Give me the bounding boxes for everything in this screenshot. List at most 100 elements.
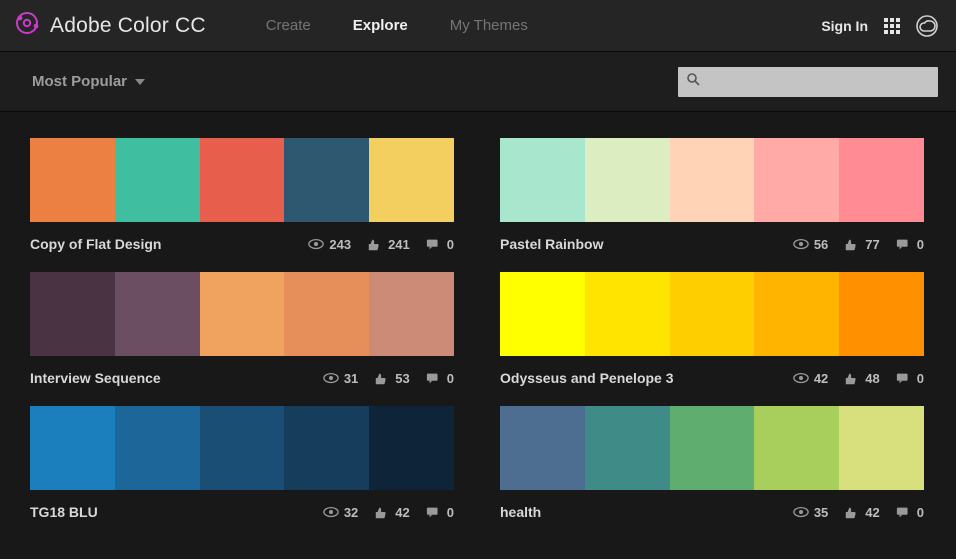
thumbs-up-stat[interactable]: 42 [374,505,409,520]
theme-title: TG18 BLU [30,504,98,520]
swatch [200,272,285,356]
theme-title: Interview Sequence [30,370,161,386]
search-input[interactable] [706,74,930,89]
theme-card[interactable]: TG18 BLU 32 42 0 [30,406,454,520]
swatch [284,406,369,490]
signin-link[interactable]: Sign In [821,18,868,34]
stat-value: 77 [865,237,879,252]
theme-stats: 31 53 0 [313,371,454,386]
nav-explore[interactable]: Explore [353,17,408,34]
eye-stat[interactable]: 32 [323,505,358,520]
comment-stat[interactable]: 0 [896,371,924,386]
thumbs-up-icon [844,372,860,385]
eye-stat[interactable]: 31 [323,371,358,386]
swatch [30,272,115,356]
swatch [839,406,924,490]
comment-icon [896,372,912,385]
swatch [115,406,200,490]
theme-stats: 243 241 0 [298,237,454,252]
comment-icon [896,238,912,251]
comment-icon [426,506,442,519]
theme-title: Pastel Rainbow [500,236,603,252]
comment-stat[interactable]: 0 [426,237,454,252]
thumbs-up-icon [844,238,860,251]
thumbs-up-stat[interactable]: 241 [367,237,410,252]
thumbs-up-stat[interactable]: 42 [844,505,879,520]
search-box[interactable] [678,67,938,97]
eye-stat[interactable]: 42 [793,371,828,386]
theme-title: health [500,504,541,520]
thumbs-up-icon [374,506,390,519]
comment-icon [426,238,442,251]
theme-card[interactable]: Copy of Flat Design 243 241 0 [30,138,454,252]
sort-label: Most Popular [32,73,127,90]
comment-stat[interactable]: 0 [896,505,924,520]
theme-stats: 56 77 0 [783,237,924,252]
stat-value: 56 [814,237,828,252]
swatch [585,406,670,490]
theme-title: Odysseus and Penelope 3 [500,370,674,386]
eye-icon [323,506,339,519]
comment-stat[interactable]: 0 [426,371,454,386]
nav-mythemes[interactable]: My Themes [450,17,528,34]
nav-create[interactable]: Create [266,17,311,34]
stat-value: 0 [917,237,924,252]
swatch [500,138,585,222]
swatch-row [500,406,924,490]
stat-value: 32 [344,505,358,520]
comment-stat[interactable]: 0 [896,237,924,252]
brand-title: Adobe Color CC [50,14,206,38]
swatch [369,138,454,222]
swatch [500,406,585,490]
stat-value: 243 [329,237,351,252]
theme-meta: Interview Sequence 31 53 0 [30,370,454,386]
theme-title: Copy of Flat Design [30,236,161,252]
swatch [500,272,585,356]
logo-group: Adobe Color CC [14,10,206,41]
stat-value: 0 [447,505,454,520]
thumbs-up-stat[interactable]: 53 [374,371,409,386]
swatch [284,272,369,356]
theme-meta: health 35 42 0 [500,504,924,520]
filter-bar: Most Popular [0,52,956,112]
swatch [754,406,839,490]
eye-stat[interactable]: 243 [308,237,351,252]
thumbs-up-icon [844,506,860,519]
theme-stats: 42 48 0 [783,371,924,386]
swatch [30,406,115,490]
stat-value: 241 [388,237,410,252]
app-switcher-icon[interactable] [884,18,900,34]
theme-card[interactable]: health 35 42 0 [500,406,924,520]
comment-icon [896,506,912,519]
eye-stat[interactable]: 56 [793,237,828,252]
primary-nav: Create Explore My Themes [266,17,528,34]
swatch [284,138,369,222]
swatch [585,272,670,356]
eye-icon [793,506,809,519]
theme-meta: Pastel Rainbow 56 77 0 [500,236,924,252]
thumbs-up-icon [374,372,390,385]
theme-meta: Odysseus and Penelope 3 42 48 0 [500,370,924,386]
theme-card[interactable]: Odysseus and Penelope 3 42 48 0 [500,272,924,386]
theme-card[interactable]: Pastel Rainbow 56 77 0 [500,138,924,252]
creative-cloud-icon[interactable] [916,15,938,37]
thumbs-up-stat[interactable]: 77 [844,237,879,252]
stat-value: 35 [814,505,828,520]
theme-meta: TG18 BLU 32 42 0 [30,504,454,520]
stat-value: 0 [447,371,454,386]
swatch [369,406,454,490]
theme-stats: 35 42 0 [783,505,924,520]
swatch [754,138,839,222]
eye-icon [793,238,809,251]
theme-card[interactable]: Interview Sequence 31 53 0 [30,272,454,386]
eye-icon [793,372,809,385]
search-icon [686,72,700,91]
header-right: Sign In [821,15,938,37]
swatch-row [500,138,924,222]
sort-dropdown[interactable]: Most Popular [32,73,145,90]
eye-stat[interactable]: 35 [793,505,828,520]
stat-value: 42 [395,505,409,520]
swatch [754,272,839,356]
thumbs-up-stat[interactable]: 48 [844,371,879,386]
comment-stat[interactable]: 0 [426,505,454,520]
